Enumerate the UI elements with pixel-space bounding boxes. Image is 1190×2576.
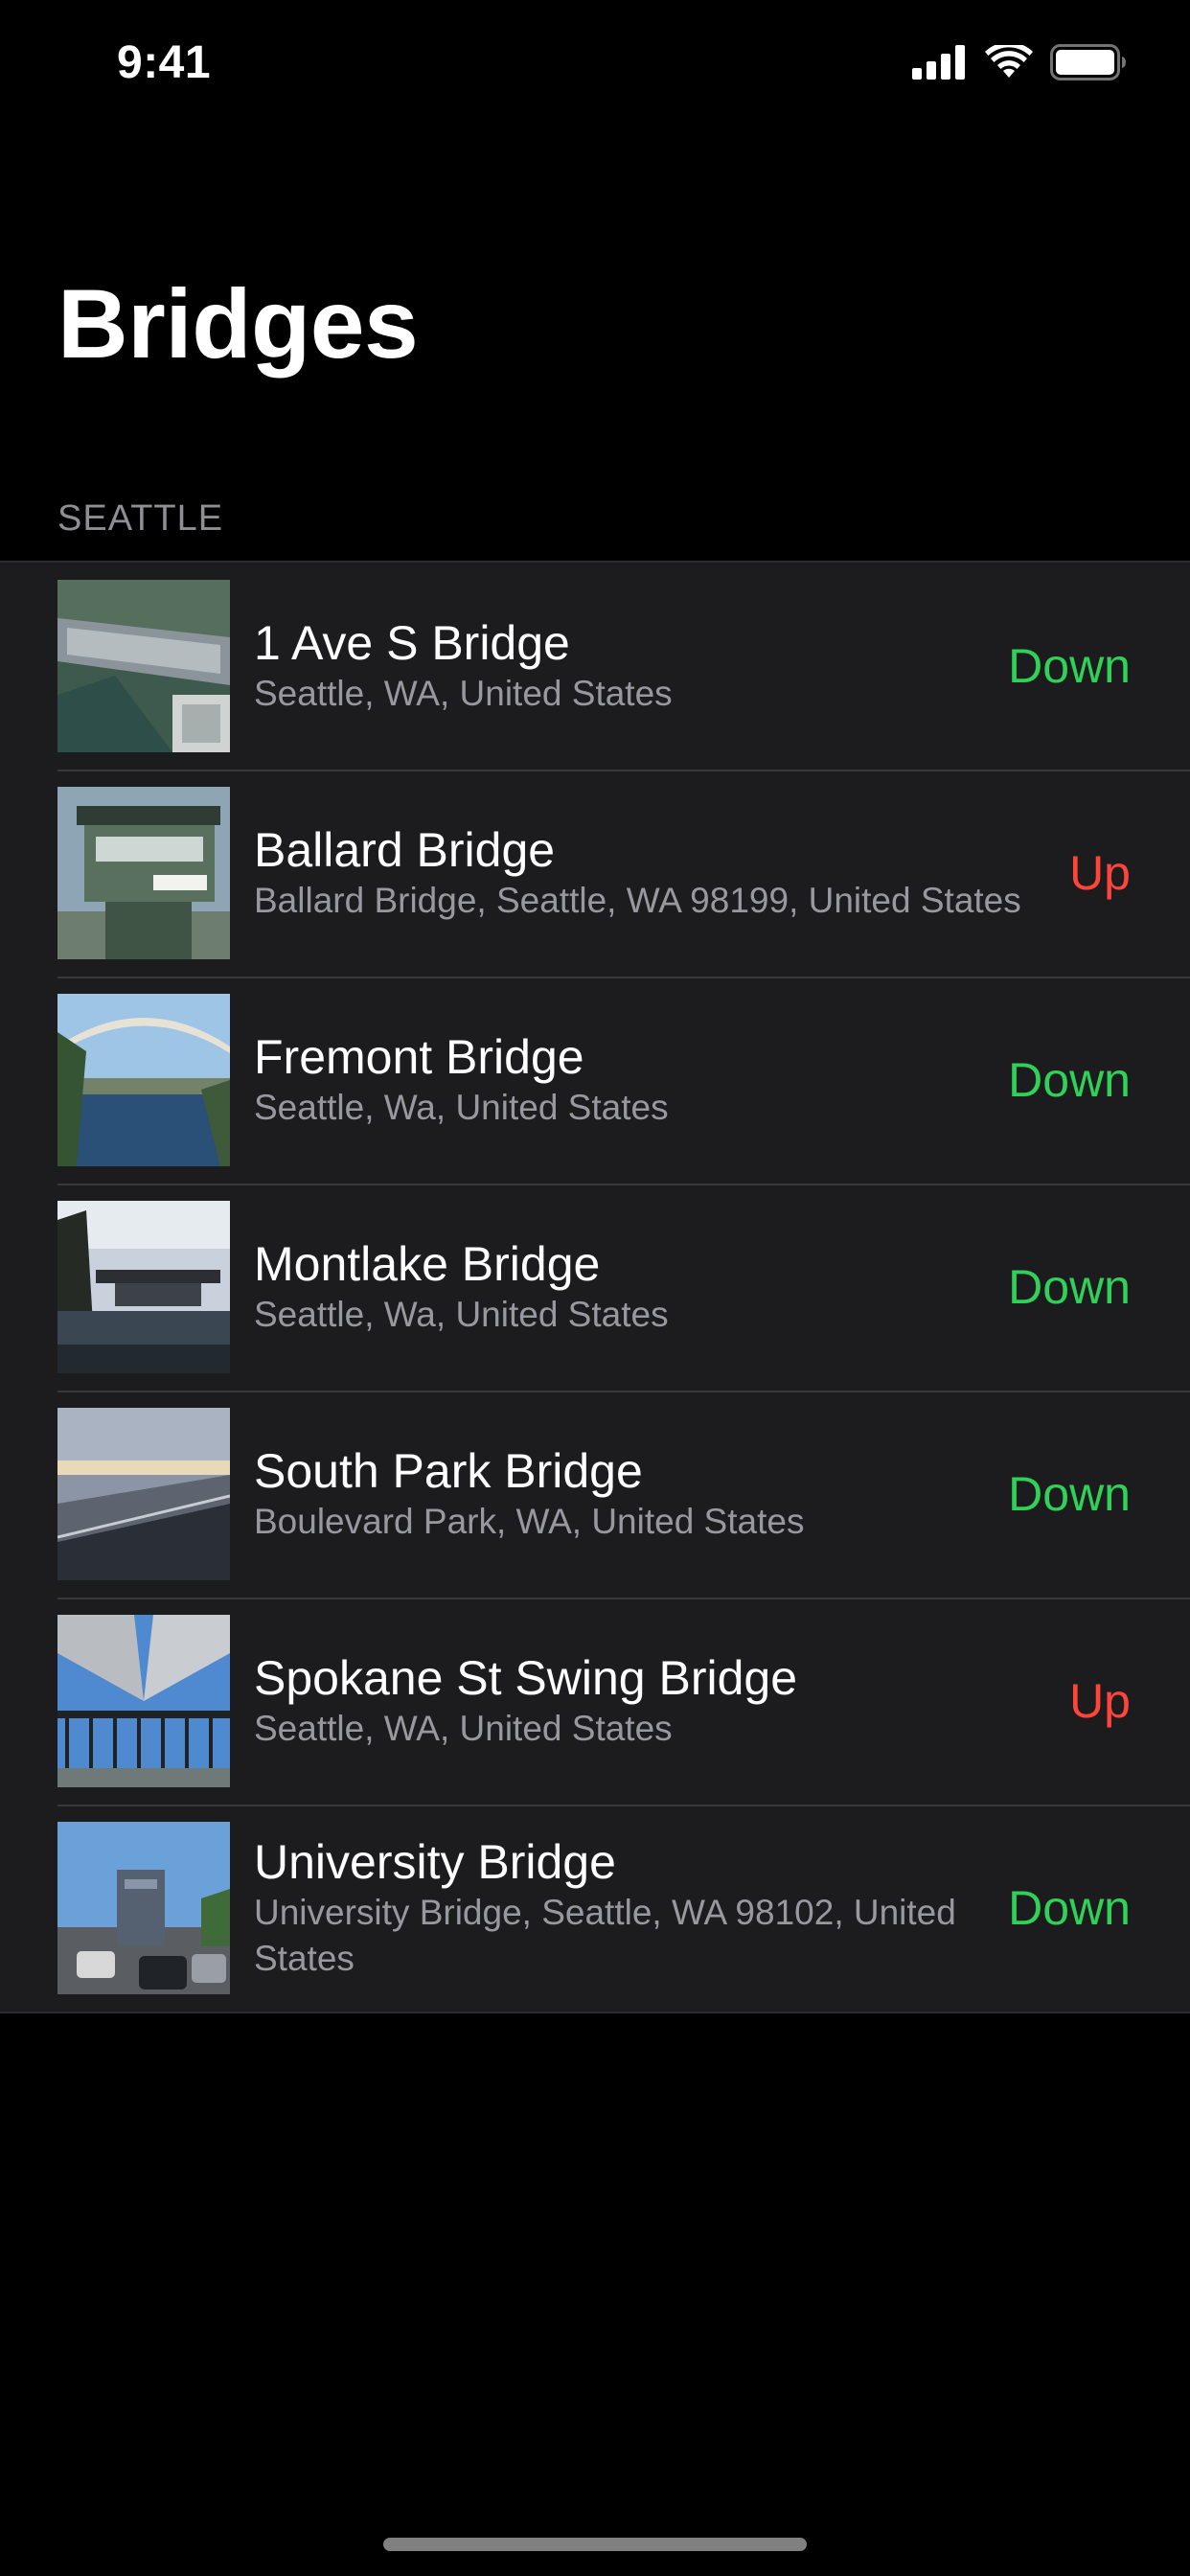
bridge-row-text: Ballard Bridge Ballard Bridge, Seattle, … bbox=[254, 770, 1046, 977]
battery-icon bbox=[1050, 44, 1126, 80]
aerial-bridge-thumbnail bbox=[57, 580, 230, 752]
bridge-name: University Bridge bbox=[254, 1835, 616, 1889]
bridge-location: Seattle, WA, United States bbox=[254, 1709, 673, 1748]
bridge-row-text: Fremont Bridge Seattle, Wa, United State… bbox=[254, 977, 1046, 1184]
bridge-row-text: South Park Bridge Boulevard Park, WA, Un… bbox=[254, 1391, 1046, 1598]
section-header: SEATTLE bbox=[57, 498, 224, 539]
bridge-row[interactable]: Montlake Bridge Seattle, Wa, United Stat… bbox=[0, 1184, 1190, 1391]
status-time: 9:41 bbox=[117, 37, 212, 88]
bridge-row-text: University Bridge University Bridge, Sea… bbox=[254, 1805, 1046, 2012]
bridge-status: Down bbox=[1008, 1260, 1131, 1314]
bridge-name: Fremont Bridge bbox=[254, 1030, 584, 1084]
home-indicator[interactable] bbox=[383, 2538, 807, 2551]
bridge-location: Ballard Bridge, Seattle, WA 98199, Unite… bbox=[254, 881, 1021, 920]
bridge-list: 1 Ave S Bridge Seattle, WA, United State… bbox=[0, 561, 1190, 2013]
bridge-status: Up bbox=[1069, 1674, 1131, 1728]
bridge-name: Ballard Bridge bbox=[254, 823, 556, 877]
bridge-status: Down bbox=[1008, 639, 1131, 693]
bridge-status: Up bbox=[1069, 846, 1131, 900]
bridge-status: Down bbox=[1008, 1467, 1131, 1521]
bascule-bridge-thumbnail bbox=[57, 1201, 230, 1373]
bridge-row[interactable]: 1 Ave S Bridge Seattle, WA, United State… bbox=[0, 563, 1190, 770]
page-title: Bridges bbox=[57, 269, 419, 379]
bridge-location: Seattle, Wa, United States bbox=[254, 1295, 669, 1334]
overpass-bridge-thumbnail bbox=[57, 1615, 230, 1787]
bridge-row[interactable]: South Park Bridge Boulevard Park, WA, Un… bbox=[0, 1391, 1190, 1598]
bridge-row[interactable]: Ballard Bridge Ballard Bridge, Seattle, … bbox=[0, 770, 1190, 977]
status-icons bbox=[912, 44, 1127, 80]
cellular-signal-icon bbox=[912, 45, 965, 80]
status-bar: 9:41 bbox=[0, 0, 1190, 129]
bridge-name: 1 Ave S Bridge bbox=[254, 616, 570, 670]
bridge-location: Seattle, WA, United States bbox=[254, 674, 673, 713]
bridge-tower-thumbnail bbox=[57, 787, 230, 959]
bridge-location: Boulevard Park, WA, United States bbox=[254, 1502, 805, 1541]
bridge-row[interactable]: University Bridge University Bridge, Sea… bbox=[0, 1805, 1190, 2012]
arch-bridge-thumbnail bbox=[57, 994, 230, 1166]
bridge-status: Down bbox=[1008, 1881, 1131, 1935]
bridge-name: South Park Bridge bbox=[254, 1444, 643, 1498]
bridge-row[interactable]: Fremont Bridge Seattle, Wa, United State… bbox=[0, 977, 1190, 1184]
bridge-row-text: Montlake Bridge Seattle, Wa, United Stat… bbox=[254, 1184, 1046, 1391]
bridge-name: Spokane St Swing Bridge bbox=[254, 1651, 798, 1705]
bridge-location: Seattle, Wa, United States bbox=[254, 1088, 669, 1127]
wifi-icon bbox=[985, 45, 1033, 78]
bridge-row-text: 1 Ave S Bridge Seattle, WA, United State… bbox=[254, 563, 1046, 770]
bridge-name: Montlake Bridge bbox=[254, 1237, 601, 1291]
bridge-row[interactable]: Spokane St Swing Bridge Seattle, WA, Uni… bbox=[0, 1598, 1190, 1805]
bridge-row-text: Spokane St Swing Bridge Seattle, WA, Uni… bbox=[254, 1598, 1046, 1805]
bridge-location: University Bridge, Seattle, WA 98102, Un… bbox=[254, 1893, 956, 1978]
bridge-status: Down bbox=[1008, 1053, 1131, 1107]
roadway-bridge-thumbnail bbox=[57, 1408, 230, 1580]
traffic-bridge-thumbnail bbox=[57, 1822, 230, 1994]
